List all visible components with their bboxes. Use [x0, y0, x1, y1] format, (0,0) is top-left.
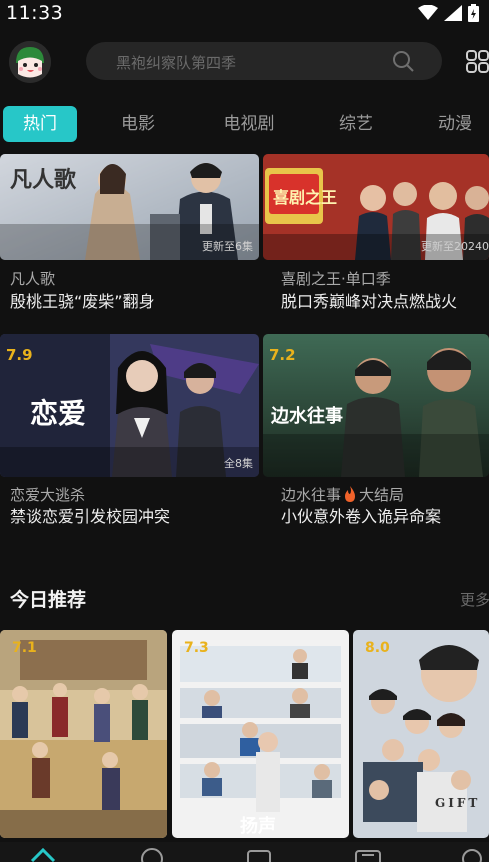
episode-badge: 更新至20240: [421, 240, 489, 253]
card-poster[interactable]: 7.2 边水往事: [263, 334, 489, 477]
fire-icon: [345, 486, 356, 502]
card-title[interactable]: 凡人歌: [10, 268, 55, 289]
score-badge: 8.0: [365, 640, 390, 656]
card-poster[interactable]: 7.9 恋爱 全8集: [0, 334, 259, 477]
profile-icon[interactable]: [460, 847, 484, 862]
poster-title: GIFT: [435, 796, 481, 810]
poster-title: 边水往事: [271, 406, 343, 427]
recommend-poster[interactable]: 8.0 GIFT: [353, 630, 489, 838]
video-icon[interactable]: [246, 847, 274, 862]
header: 黑袍纠察队第四季: [0, 36, 489, 88]
score-badge: 7.1: [12, 640, 37, 656]
tab-movie[interactable]: 电影: [106, 106, 170, 142]
card-poster[interactable]: 凡人歌 更新至6集: [0, 154, 259, 260]
card-title[interactable]: 恋爱大逃杀: [10, 484, 85, 505]
card-subtitle[interactable]: 禁谈恋爱引发校园冲突: [10, 503, 170, 527]
search-placeholder: 黑袍纠察队第四季: [116, 54, 237, 72]
score-badge: 7.3: [184, 640, 209, 656]
wifi-icon: [418, 5, 438, 20]
category-tabs: 热门 电影 电视剧 综艺 动漫: [0, 106, 489, 144]
status-bar: 11:33: [0, 0, 489, 28]
tab-tv[interactable]: 电视剧: [210, 106, 288, 142]
card-subtitle[interactable]: 脱口秀巅峰对决点燃战火: [281, 288, 457, 312]
avatar[interactable]: [9, 41, 51, 83]
card-poster[interactable]: 喜剧之王 更新至20240: [263, 154, 489, 260]
poster-title: 凡人歌: [10, 167, 77, 193]
card-title-suffix: 大结局: [359, 486, 405, 504]
recommend-poster[interactable]: 7.1: [0, 630, 167, 838]
avatar-mascot-icon: [9, 41, 51, 83]
score-badge: 7.2: [269, 346, 296, 364]
section-title: 今日推荐: [10, 589, 87, 611]
tab-hot[interactable]: 热门: [3, 106, 77, 142]
more-link[interactable]: 更多: [460, 589, 489, 610]
bottom-nav: [0, 842, 489, 862]
tab-variety[interactable]: 综艺: [322, 106, 390, 142]
grid-icon[interactable]: [466, 50, 489, 74]
poster-title: 扬声: [240, 816, 276, 837]
poster-title: 喜剧之王: [273, 188, 338, 207]
card-subtitle[interactable]: 小伙意外卷入诡异命案: [281, 503, 441, 527]
recommend-poster[interactable]: 7.3 扬声: [172, 630, 349, 838]
status-time: 11:33: [6, 2, 64, 24]
signal-icon: [444, 5, 462, 21]
card-title-main: 边水往事: [281, 486, 342, 504]
battery-icon: [468, 4, 479, 22]
episode-badge: 全8集: [224, 457, 253, 470]
search-icon[interactable]: [392, 50, 414, 72]
card-title[interactable]: 边水往事 大结局: [281, 484, 404, 505]
card-title[interactable]: 喜剧之王·单口季: [281, 268, 391, 289]
home-icon[interactable]: [30, 847, 56, 862]
card-subtitle[interactable]: 殷桃王骁“废柴”翻身: [10, 288, 155, 312]
status-icons: [418, 4, 479, 22]
poster-image: [172, 630, 349, 838]
episode-badge: 更新至6集: [202, 240, 253, 253]
poster-title: 恋爱: [30, 397, 87, 430]
search-input[interactable]: 黑袍纠察队第四季: [86, 42, 442, 80]
discover-icon[interactable]: [140, 847, 164, 862]
tab-anime[interactable]: 动漫: [422, 106, 488, 142]
tv-icon[interactable]: [354, 847, 382, 862]
poster-image: [0, 630, 167, 838]
score-badge: 7.9: [6, 346, 33, 364]
